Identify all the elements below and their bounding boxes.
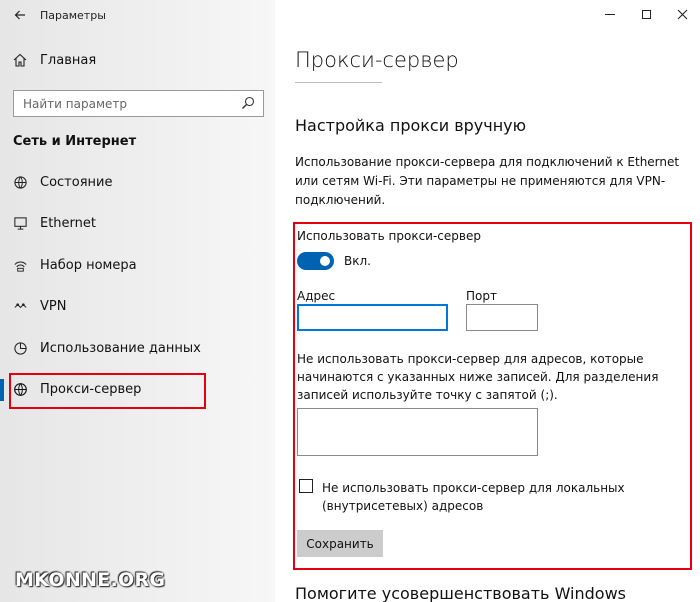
address-label: Адрес	[297, 289, 336, 303]
window-controls	[592, 0, 700, 30]
sidebar-item-label: Набор номера	[40, 257, 137, 273]
maximize-icon	[641, 9, 651, 19]
address-field[interactable]	[297, 304, 448, 331]
search-input[interactable]: Найти параметр	[13, 90, 264, 117]
maximize-button[interactable]	[628, 0, 664, 28]
local-addresses-checkbox[interactable]	[299, 479, 313, 493]
titlebar: Параметры	[0, 0, 275, 30]
sidebar-item-label: Ethernet	[40, 215, 96, 231]
page-title: Прокси-сервер	[295, 48, 459, 72]
toggle-state-text: Вкл.	[344, 254, 371, 268]
port-field[interactable]	[466, 304, 538, 331]
use-proxy-toggle[interactable]	[297, 252, 334, 270]
home-icon	[13, 53, 27, 67]
port-label: Порт	[466, 289, 497, 303]
close-icon	[677, 9, 687, 19]
sidebar-item-ethernet[interactable]: Ethernet	[12, 215, 96, 231]
ethernet-icon	[12, 215, 28, 231]
sidebar-item-dialup[interactable]: Набор номера	[12, 257, 137, 273]
sidebar-item-vpn[interactable]: VPN	[12, 298, 66, 314]
vpn-icon	[12, 298, 28, 314]
main-content: Прокси-сервер Настройка прокси вручную И…	[275, 0, 700, 602]
toggle-knob	[320, 256, 330, 266]
section-title: Настройка прокси вручную	[295, 116, 527, 135]
status-globe-icon	[12, 174, 28, 190]
highlight-box-sidebar	[9, 373, 206, 409]
use-proxy-label: Использовать прокси-сервер	[297, 229, 481, 243]
improve-windows-title: Помогите усовершенствовать Windows	[295, 584, 626, 602]
dial-up-icon	[12, 257, 28, 273]
minimize-button[interactable]	[592, 0, 628, 28]
sidebar-item-label: Использование данных	[40, 340, 201, 356]
section-title: Сеть и Интернет	[13, 134, 137, 149]
sidebar-item-label: VPN	[40, 298, 67, 314]
description-text: Использование прокси-сервера для подключ…	[295, 155, 680, 207]
save-button[interactable]: Сохранить	[297, 530, 383, 557]
data-usage-icon	[12, 340, 28, 356]
back-button[interactable]	[0, 0, 40, 30]
selected-indicator	[0, 379, 4, 401]
close-button[interactable]	[664, 0, 700, 28]
minimize-icon	[605, 13, 615, 15]
search-icon	[242, 96, 255, 109]
exceptions-description: Не использовать прокси-сервер для адресо…	[297, 352, 659, 402]
search-placeholder: Найти параметр	[23, 96, 127, 111]
sidebar: Параметры Главная Найти параметр Сеть и …	[0, 0, 275, 602]
watermark: MKONNE.ORG	[15, 569, 166, 591]
sidebar-item-label: Состояние	[40, 174, 113, 190]
exceptions-field[interactable]	[297, 408, 538, 456]
sidebar-item-status[interactable]: Состояние	[12, 174, 112, 190]
sidebar-item-home[interactable]: Главная	[12, 52, 96, 68]
arrow-left-icon	[14, 10, 25, 20]
title-underline	[295, 82, 382, 83]
app-title: Параметры	[40, 8, 106, 22]
sidebar-item-label: Главная	[40, 52, 97, 68]
local-addresses-label: Не использовать прокси-сервер для локаль…	[322, 481, 625, 513]
sidebar-item-data-usage[interactable]: Использование данных	[12, 340, 201, 356]
